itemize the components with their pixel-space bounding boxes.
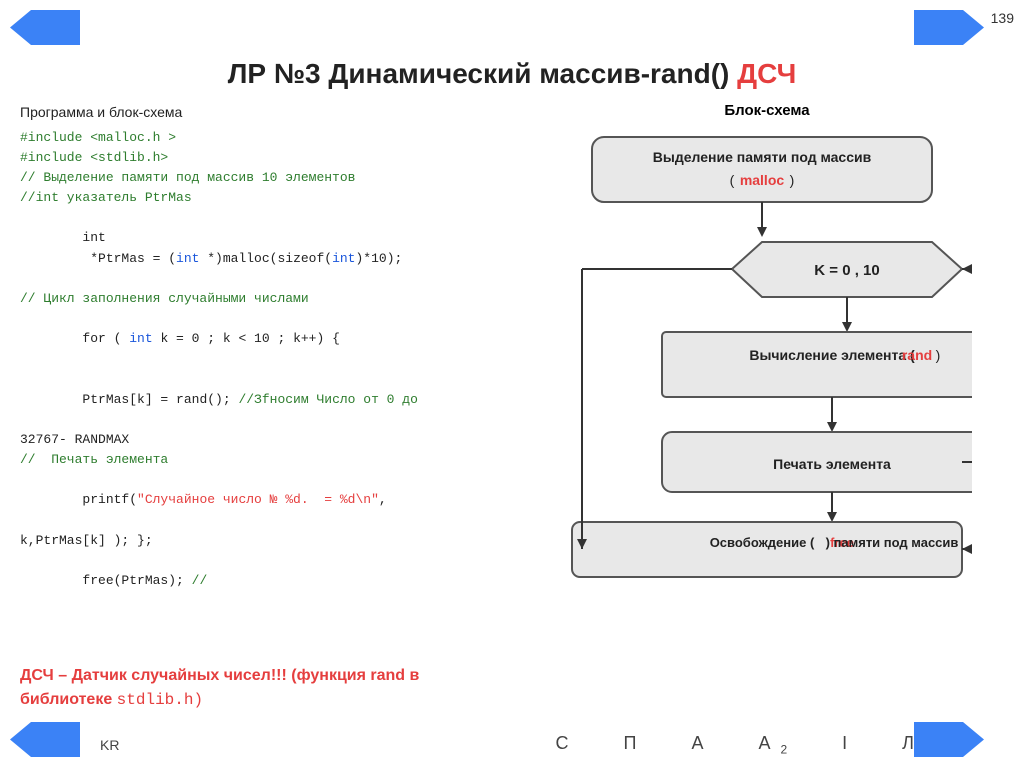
code-line-3: // Выделение памяти под массив 10 элемен… xyxy=(20,168,510,188)
svg-text:malloc: malloc xyxy=(740,172,785,188)
nav-arrow-right-top[interactable] xyxy=(914,10,984,45)
code-line-9: 32767- RANDMAX xyxy=(20,430,510,450)
code-line-12: k,PtrMas[k] ); }; xyxy=(20,531,510,551)
svg-text:Выделение памяти под массив: Выделение памяти под массив xyxy=(653,149,872,165)
page-number: 139 xyxy=(991,10,1014,26)
bottom-description: ДСЧ – Датчик случайных чисел!!! (функция… xyxy=(20,664,450,712)
title-text: ЛР №3 Динамический массив-rand() xyxy=(228,58,730,89)
svg-text:rand: rand xyxy=(902,347,932,363)
nav-right-labels: С П А А2 І Л xyxy=(556,733,924,757)
flowchart-diagram: Выделение памяти под массив ( malloc ) K… xyxy=(562,127,972,637)
code-line-4: //int указатель PtrMas xyxy=(20,188,510,208)
code-line-13: free(PtrMas); // xyxy=(20,551,510,611)
svg-text:(: ( xyxy=(730,172,735,188)
svg-text:Освобождение (: Освобождение ( xyxy=(710,535,815,550)
bottom-text-mono: stdlib.h) xyxy=(117,691,203,709)
svg-text:Печать элемента: Печать элемента xyxy=(773,456,891,472)
svg-text:): ) xyxy=(936,347,941,363)
code-section: Программа и блок-схема #include <malloc.… xyxy=(20,102,510,637)
code-line-6: // Цикл заполнения случайными числами xyxy=(20,289,510,309)
svg-text:): ) xyxy=(790,172,795,188)
flowchart-title: Блок-схема xyxy=(530,102,1004,119)
bottom-navigation: KR С П А А2 І Л xyxy=(0,733,1024,757)
title-red: ДСЧ xyxy=(737,58,796,89)
code-line-5: int *PtrMas = (int *)malloc(sizeof(int)*… xyxy=(20,208,510,289)
svg-text:K = 0 , 10: K = 0 , 10 xyxy=(814,262,879,279)
nav-kr-label: KR xyxy=(100,737,119,753)
nav-arrow-left-top[interactable] xyxy=(10,10,80,45)
flowchart-section: Блок-схема Выделение памяти под массив (… xyxy=(530,102,1004,637)
bottom-text-bold: ДСЧ – Датчик случайных чисел!!! (функция… xyxy=(20,667,419,708)
code-line-7: for ( int k = 0 ; k < 10 ; k++) { xyxy=(20,309,510,369)
svg-text:Вычисление элемента (: Вычисление элемента ( xyxy=(749,347,915,363)
svg-text:) памяти под массив: ) памяти под массив xyxy=(826,535,959,550)
slide-title: ЛР №3 Динамический массив-rand() ДСЧ xyxy=(20,58,1004,90)
code-line-10: // Печать элемента xyxy=(20,450,510,470)
code-line-1: #include <malloc.h > xyxy=(20,128,510,148)
program-label: Программа и блок-схема xyxy=(20,102,510,124)
code-line-2: #include <stdlib.h> xyxy=(20,148,510,168)
code-line-11: printf("Случайное число № %d. = %d\n", xyxy=(20,470,510,530)
code-line-8: PtrMas[k] = rand(); //Зfносим Число от 0… xyxy=(20,369,510,429)
